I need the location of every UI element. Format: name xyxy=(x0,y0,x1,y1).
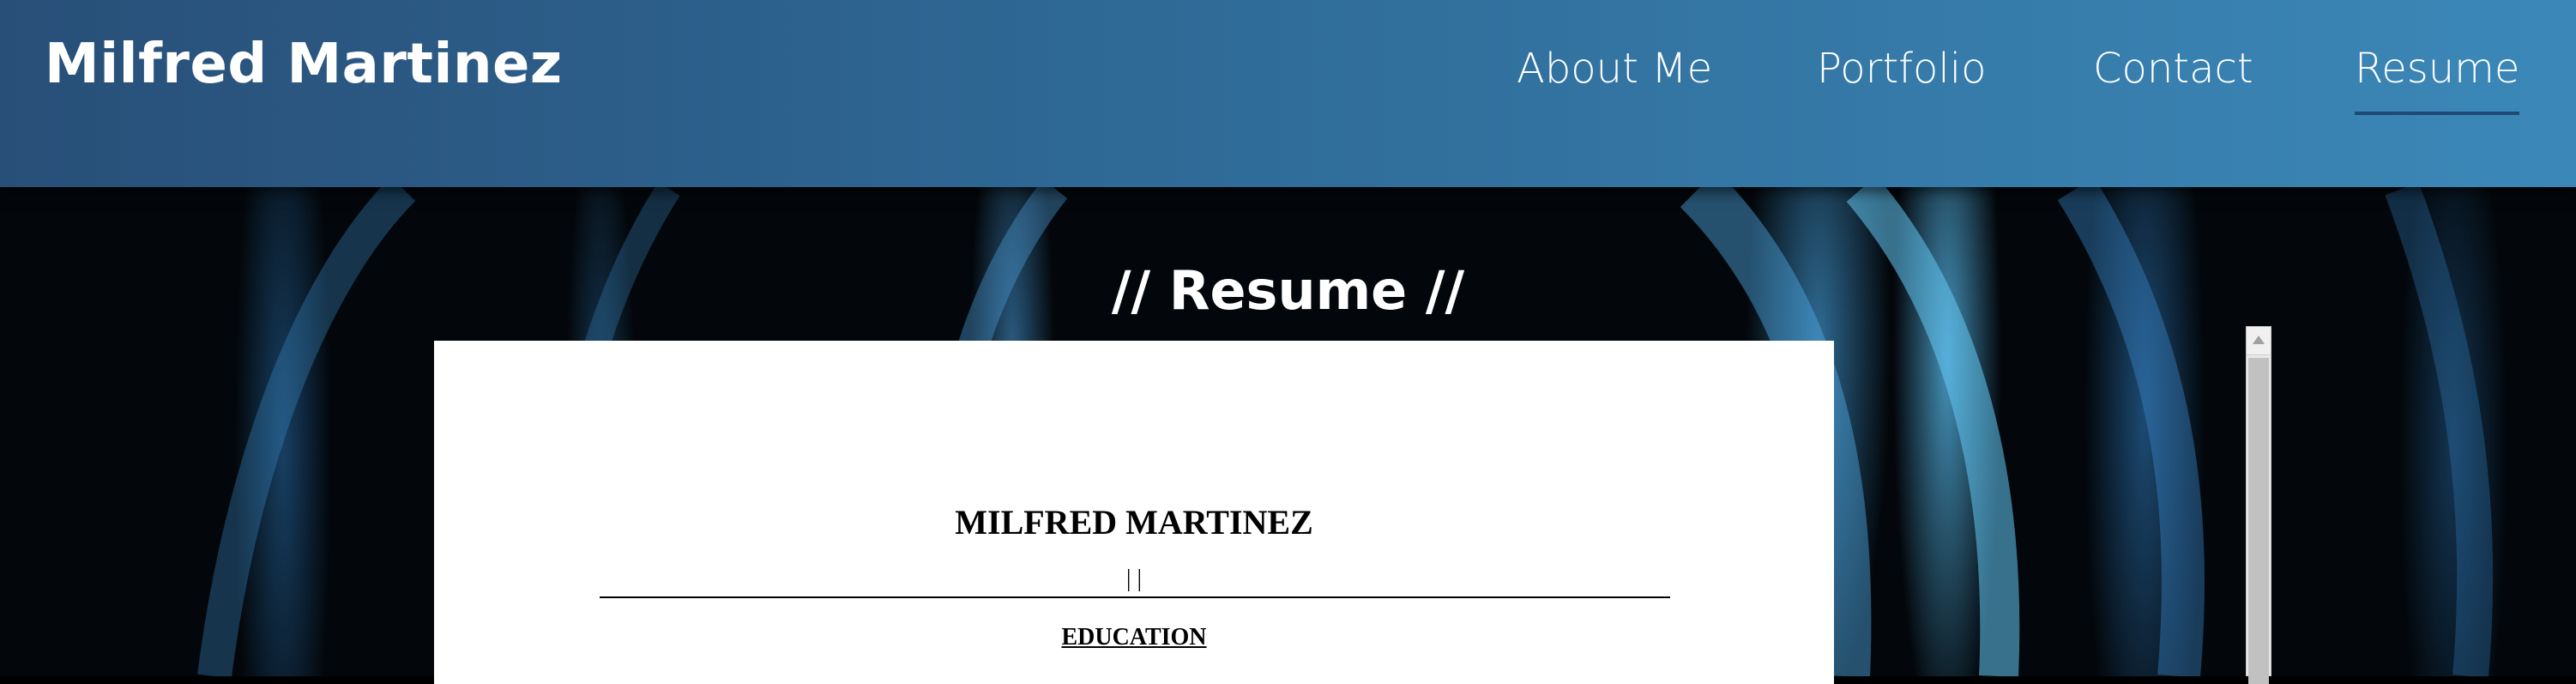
scroll-thumb[interactable] xyxy=(2248,358,2269,684)
site-header: Milfred Martinez About Me Portfolio Cont… xyxy=(0,0,2576,187)
nav-portfolio[interactable]: Portfolio xyxy=(1817,45,1986,93)
resume-contact-line: | | xyxy=(1125,566,1143,592)
triangle-up-icon xyxy=(2253,336,2265,344)
site-brand[interactable]: Milfred Martinez xyxy=(45,33,563,96)
scroll-up-button[interactable] xyxy=(2247,327,2271,355)
section-title: // Resume // xyxy=(1111,259,1465,322)
nav-resume[interactable]: Resume xyxy=(2355,45,2520,115)
nav-contact[interactable]: Contact xyxy=(2093,45,2253,93)
resume-document-viewer[interactable]: MILFRED MARTINEZ | | EDUCATION xyxy=(434,341,1834,684)
nav-about-me[interactable]: About Me xyxy=(1517,45,1712,93)
resume-name: MILFRED MARTINEZ xyxy=(955,503,1313,542)
resume-divider xyxy=(600,596,1670,598)
document-scrollbar[interactable] xyxy=(2246,326,2271,684)
resume-section-heading: EDUCATION xyxy=(1061,624,1207,651)
